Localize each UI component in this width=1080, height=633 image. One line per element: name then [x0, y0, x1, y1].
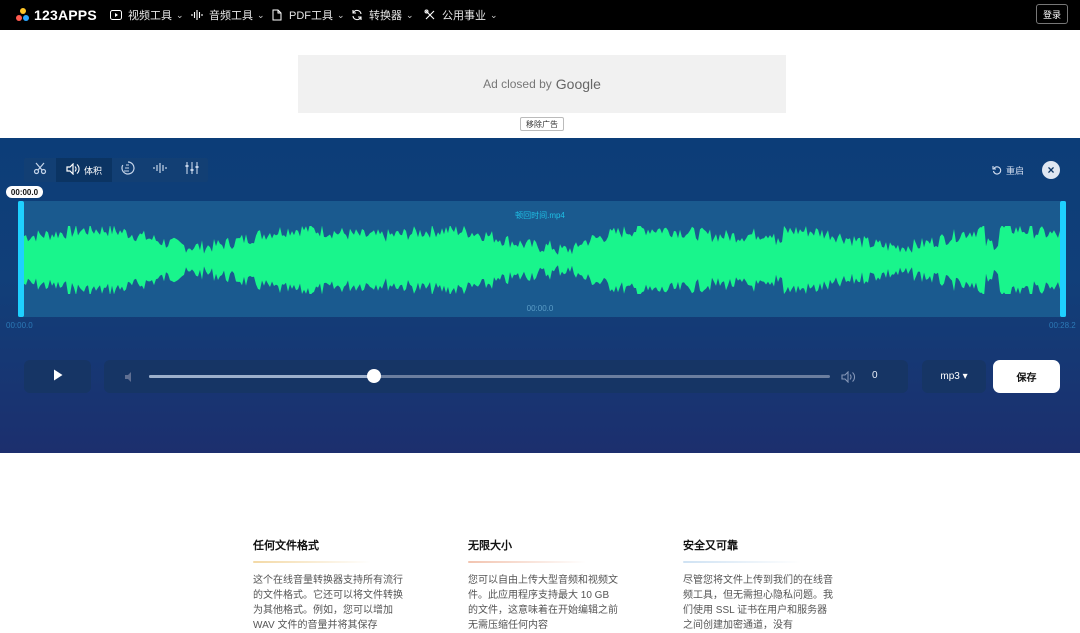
- feature-underline: [683, 561, 801, 563]
- tool-speed[interactable]: [112, 158, 144, 182]
- waveform-shape: [24, 226, 1060, 294]
- sliders-icon: [185, 161, 199, 179]
- convert-arrows-icon: [351, 9, 363, 21]
- pdf-file-icon: [271, 9, 283, 21]
- play-button[interactable]: [24, 360, 91, 393]
- logo-text: 123APPS: [34, 7, 97, 23]
- volume-high-icon: [841, 370, 857, 388]
- restart-button[interactable]: 重启: [992, 164, 1024, 177]
- tools-icon: [424, 9, 436, 21]
- volume-slider-track[interactable]: [149, 369, 830, 383]
- close-icon[interactable]: ×: [1042, 161, 1060, 179]
- feature-text: 这个在线音量转换器支持所有流行的文件格式。它还可以将文件转换为其他格式。例如，您…: [253, 575, 403, 631]
- chevron-down-icon: ⌄: [337, 9, 345, 20]
- nav-pdf-tools[interactable]: PDF工具 ⌄: [271, 0, 345, 30]
- logo-icon: [16, 8, 30, 22]
- tool-volume[interactable]: 体积: [56, 158, 112, 182]
- file-name: 顿回时间.mp4: [515, 211, 565, 220]
- timeline-start: 00:00.0: [6, 321, 33, 330]
- trim-handle-left[interactable]: [18, 201, 24, 317]
- video-play-icon: [110, 9, 122, 21]
- volume-panel: 0: [104, 360, 908, 393]
- volume-value: 0: [872, 370, 878, 381]
- feature-secure: 安全又可靠 尽管您将文件上传到我们的在线音频工具，但无需担心隐私问题。我们使用 …: [683, 537, 843, 633]
- start-time-badge[interactable]: 00:00.0: [6, 186, 43, 198]
- remove-ad-button[interactable]: 移除广告: [520, 117, 564, 131]
- format-select[interactable]: mp3 ▾: [922, 360, 986, 393]
- volume-slider-fill: [149, 375, 374, 378]
- save-button[interactable]: 保存: [993, 360, 1060, 393]
- nav-video-tools[interactable]: 视频工具 ⌄: [110, 0, 184, 30]
- audio-editor: 体积 重启 × 00:00.0 顿回时间.mp4 00:00.0 00:00.0: [0, 138, 1080, 453]
- feature-underline: [468, 561, 586, 563]
- volume-low-icon: [124, 370, 136, 388]
- speed-icon: [121, 160, 135, 180]
- chevron-down-icon: ⌄: [406, 9, 414, 20]
- feature-any-format: 任何文件格式 这个在线音量转换器支持所有流行的文件格式。它还可以将文件转换为其他…: [253, 537, 413, 633]
- ad-placeholder: Ad closed by Google: [298, 55, 786, 113]
- feature-text: 您可以自由上传大型音频和视频文件。此应用程序支持最大 10 GB 的文件，这意味…: [468, 575, 618, 631]
- play-icon: [53, 368, 63, 386]
- tool-equalize[interactable]: [144, 158, 176, 182]
- restart-label: 重启: [1006, 166, 1025, 176]
- top-nav: 123APPS 视频工具 ⌄ 音频工具 ⌄ PDF工具 ⌄ 转换器 ⌄ 公用事业 ⌄ 登录: [0, 0, 1080, 30]
- nav-utilities[interactable]: 公用事业 ⌄: [424, 0, 498, 30]
- feature-underline: [253, 561, 371, 563]
- feature-title: 任何文件格式: [253, 540, 319, 552]
- timeline-end: 00:28.2: [1049, 321, 1076, 330]
- volume-slider-knob[interactable]: [366, 369, 381, 383]
- scissors-icon: [33, 161, 47, 180]
- nav-converters[interactable]: 转换器 ⌄: [351, 0, 414, 30]
- tool-adjust[interactable]: [176, 158, 208, 182]
- waveform-icon: [153, 161, 167, 179]
- feature-unlimited-size: 无限大小 您可以自由上传大型音频和视频文件。此应用程序支持最大 10 GB 的文…: [468, 537, 628, 633]
- login-button[interactable]: 登录: [1036, 4, 1068, 24]
- feature-title: 无限大小: [468, 540, 512, 552]
- editor-toolbar: 体积: [24, 158, 208, 182]
- tool-cut[interactable]: [24, 158, 56, 182]
- chevron-down-icon: ⌄: [176, 9, 184, 20]
- chevron-down-icon: ⌄: [490, 9, 498, 20]
- logo[interactable]: 123APPS: [16, 7, 97, 23]
- restart-icon: [992, 165, 1002, 177]
- feature-text: 尽管您将文件上传到我们的在线音频工具，但无需担心隐私问题。我们使用 SSL 证书…: [683, 575, 833, 631]
- ad-closed-text: Ad closed by: [483, 77, 552, 91]
- trim-handle-right[interactable]: [1060, 201, 1066, 317]
- audio-wave-icon: [191, 9, 203, 21]
- feature-title: 安全又可靠: [683, 540, 738, 552]
- tool-volume-label: 体积: [83, 165, 102, 176]
- nav-audio-tools[interactable]: 音频工具 ⌄: [191, 0, 265, 30]
- ad-brand-text: Google: [555, 76, 601, 92]
- chevron-down-icon: ⌄: [257, 9, 265, 20]
- audio-waveform: [24, 226, 1060, 294]
- speaker-icon: [66, 162, 80, 177]
- waveform-time: 00:00.0: [526, 304, 554, 313]
